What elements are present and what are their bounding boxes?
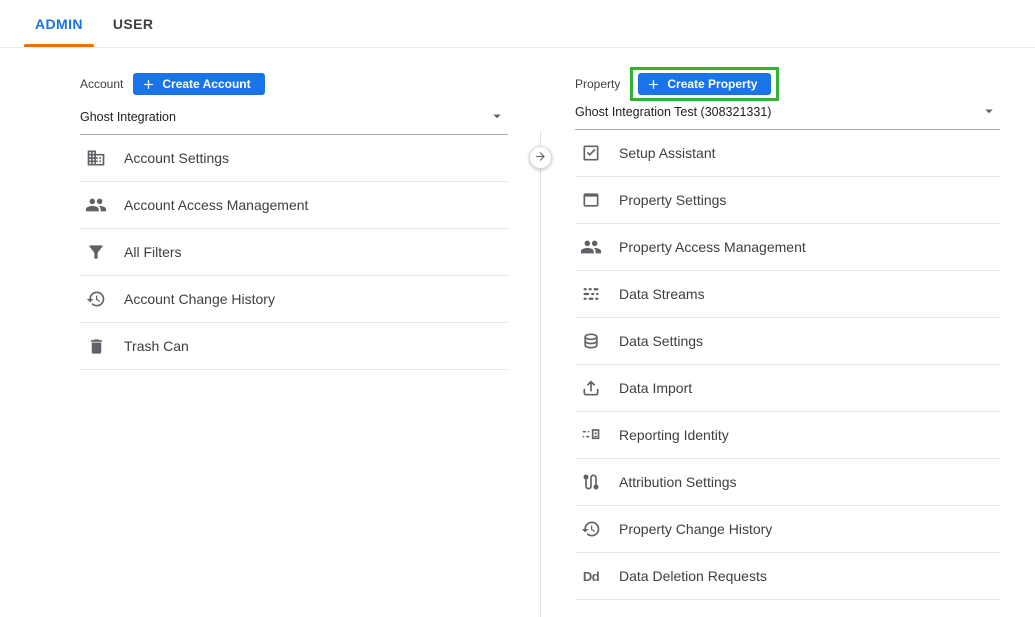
create-property-button-label: Create Property: [667, 77, 757, 91]
account-column: Account Create Account Ghost Integration…: [80, 70, 508, 370]
property-header: Property Create Property: [575, 70, 1000, 98]
menu-item-label: Data Settings: [619, 333, 703, 349]
data-streams-icon: [580, 283, 602, 305]
menu-item-account-change-history[interactable]: Account Change History: [80, 276, 508, 323]
menu-item-label: Account Settings: [124, 150, 229, 166]
menu-item-data-import[interactable]: Data Import: [575, 365, 1000, 412]
menu-item-label: Setup Assistant: [619, 145, 716, 161]
create-property-highlight: Create Property: [630, 67, 779, 101]
people-icon: [85, 194, 107, 216]
menu-item-property-access-management[interactable]: Property Access Management: [575, 224, 1000, 271]
menu-item-all-filters[interactable]: All Filters: [80, 229, 508, 276]
chevron-down-icon: [488, 107, 506, 128]
menu-item-property-settings[interactable]: Property Settings: [575, 177, 1000, 224]
create-account-button-label: Create Account: [162, 77, 250, 91]
property-menu: Setup Assistant Property Settings Proper…: [575, 130, 1000, 600]
history-icon: [85, 288, 107, 310]
plus-icon: [646, 77, 661, 92]
upload-icon: [580, 377, 602, 399]
property-selector-value: Ghost Integration Test (308321331): [575, 105, 771, 119]
history-icon: [580, 518, 602, 540]
collapse-column-button[interactable]: [529, 146, 552, 169]
create-property-button[interactable]: Create Property: [638, 73, 771, 95]
menu-item-data-streams[interactable]: Data Streams: [575, 271, 1000, 318]
tab-user[interactable]: USER: [98, 0, 169, 47]
menu-item-label: Property Access Management: [619, 239, 806, 255]
menu-item-label: Account Change History: [124, 291, 275, 307]
menu-item-label: Trash Can: [124, 338, 189, 354]
menu-item-label: All Filters: [124, 244, 182, 260]
column-divider: [540, 131, 541, 617]
arrow-right-icon: [534, 150, 547, 166]
menu-item-attribution-settings[interactable]: Attribution Settings: [575, 459, 1000, 506]
menu-item-data-settings[interactable]: Data Settings: [575, 318, 1000, 365]
account-header: Account Create Account: [80, 70, 508, 98]
building-icon: [85, 147, 107, 169]
property-column: Property Create Property Ghost Integrati…: [575, 70, 1000, 600]
account-selector[interactable]: Ghost Integration: [80, 109, 508, 135]
account-selector-value: Ghost Integration: [80, 110, 176, 124]
plus-icon: [141, 77, 156, 92]
menu-item-label: Data Deletion Requests: [619, 568, 767, 584]
account-menu: Account Settings Account Access Manageme…: [80, 135, 508, 370]
menu-item-account-access-management[interactable]: Account Access Management: [80, 182, 508, 229]
filter-icon: [85, 241, 107, 263]
trash-icon: [85, 335, 107, 357]
menu-item-label: Account Access Management: [124, 197, 308, 213]
admin-user-tabbar: ADMIN USER: [0, 0, 1035, 48]
menu-item-data-deletion-requests[interactable]: Dd Data Deletion Requests: [575, 553, 1000, 600]
checkbox-check-icon: [580, 142, 602, 164]
people-icon: [580, 236, 602, 258]
create-account-button[interactable]: Create Account: [133, 73, 264, 95]
database-icon: [580, 330, 602, 352]
menu-item-label: Property Change History: [619, 521, 772, 537]
dd-letters: Dd: [583, 569, 599, 584]
tab-admin[interactable]: ADMIN: [20, 0, 98, 47]
menu-item-setup-assistant[interactable]: Setup Assistant: [575, 130, 1000, 177]
chevron-down-icon: [980, 102, 998, 123]
menu-item-label: Property Settings: [619, 192, 726, 208]
menu-item-label: Reporting Identity: [619, 427, 729, 443]
reporting-identity-icon: [580, 424, 602, 446]
menu-item-trash-can[interactable]: Trash Can: [80, 323, 508, 370]
menu-item-label: Data Import: [619, 380, 692, 396]
menu-item-label: Attribution Settings: [619, 474, 737, 490]
menu-item-account-settings[interactable]: Account Settings: [80, 135, 508, 182]
account-label: Account: [80, 77, 123, 91]
menu-item-property-change-history[interactable]: Property Change History: [575, 506, 1000, 553]
dd-letters-icon: Dd: [580, 565, 602, 587]
menu-item-label: Data Streams: [619, 286, 705, 302]
window-icon: [580, 189, 602, 211]
attribution-icon: [580, 471, 602, 493]
property-selector[interactable]: Ghost Integration Test (308321331): [575, 104, 1000, 130]
menu-item-reporting-identity[interactable]: Reporting Identity: [575, 412, 1000, 459]
property-label: Property: [575, 77, 620, 91]
